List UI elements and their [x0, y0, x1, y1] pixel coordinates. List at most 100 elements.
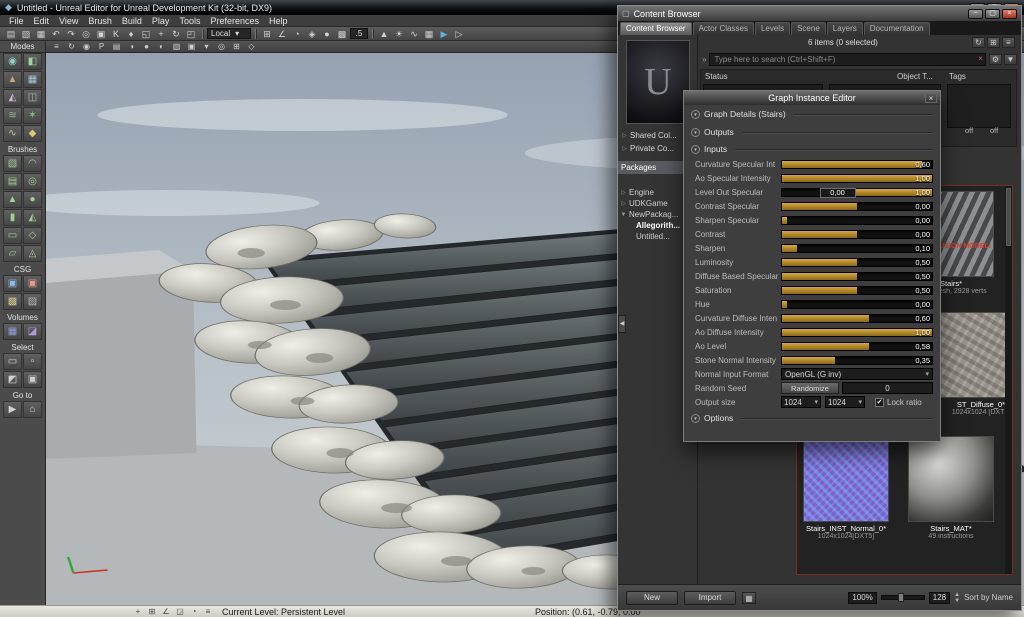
- volumetric-brush-icon[interactable]: ◇: [23, 227, 42, 244]
- build-geometry-icon[interactable]: ▲: [377, 28, 391, 40]
- sort-by-label[interactable]: Sort by Name: [964, 593, 1013, 602]
- scrollbar-thumb[interactable]: [1006, 188, 1011, 246]
- thumbnail-zoom-slider[interactable]: [880, 593, 925, 602]
- open-map-icon[interactable]: ▧: [19, 28, 33, 40]
- history-chevrons-icon[interactable]: »: [702, 55, 706, 64]
- import-button[interactable]: Import: [684, 590, 736, 605]
- graph-param-slider[interactable]: 0,50: [781, 285, 933, 295]
- snap-grid-icon[interactable]: ⊞: [260, 28, 274, 40]
- graph-param-slider[interactable]: 1,00: [781, 327, 933, 337]
- graph-param-slider[interactable]: 0,10: [781, 243, 933, 253]
- cylinder-brush-icon[interactable]: ▮: [3, 209, 22, 226]
- outputs-section[interactable]: ▾ Outputs: [684, 123, 940, 141]
- redo-icon[interactable]: ↷: [64, 28, 78, 40]
- angle-snap-icon[interactable]: ∠: [275, 28, 289, 40]
- show-flags-icon[interactable]: ▾: [200, 41, 213, 52]
- normal-format-dropdown[interactable]: OpenGL (G inv) ▾: [781, 368, 933, 380]
- seed-value-field[interactable]: 0: [842, 382, 933, 394]
- landscape-mode-icon[interactable]: ≋: [3, 107, 22, 124]
- camera-speed-field[interactable]: .5: [350, 28, 368, 39]
- graph-param-slider[interactable]: 0,00: [781, 299, 933, 309]
- toggle-volume-icon[interactable]: ◪: [23, 323, 42, 340]
- dialog-close-button[interactable]: ×: [925, 93, 937, 103]
- sort-direction-icon[interactable]: ▲ ▼: [954, 592, 960, 604]
- brush-polys-icon[interactable]: ▩: [335, 28, 349, 40]
- save-map-icon[interactable]: ▦: [34, 28, 48, 40]
- staircase-brush-icon[interactable]: ▤: [3, 173, 22, 190]
- select-matching-icon[interactable]: ▣: [23, 371, 42, 388]
- graph-param-slider[interactable]: 0,00: [781, 201, 933, 211]
- unlit-icon[interactable]: ◑: [125, 41, 138, 52]
- diffuse-texture-thumbnail[interactable]: [938, 312, 1012, 398]
- tab-levels[interactable]: Levels: [754, 22, 791, 35]
- thumbnail-view-icon[interactable]: ▦: [742, 591, 756, 604]
- cb-minimize-button[interactable]: −: [968, 8, 983, 19]
- foliage-mode-icon[interactable]: ✶: [23, 107, 42, 124]
- viewport-options-icon[interactable]: ≡: [50, 41, 63, 52]
- camera-speed-icon[interactable]: ◔: [290, 28, 304, 40]
- tab-actor-classes[interactable]: Actor Classes: [692, 22, 754, 35]
- options-section[interactable]: ▾ Options: [684, 409, 940, 427]
- new-map-icon[interactable]: ▤: [4, 28, 18, 40]
- asset-tile-normal[interactable]: Stairs_INST_Normal_0* 1024x1024[DXT5]: [802, 436, 890, 540]
- thumbnail-size-value[interactable]: 128: [928, 591, 951, 604]
- autosave-status-icon[interactable]: ◔: [188, 607, 200, 617]
- terrain-brush-icon[interactable]: ▲: [3, 191, 22, 208]
- search-options-icon[interactable]: ⚙: [989, 54, 1002, 65]
- invert-selection-icon[interactable]: ◩: [3, 371, 22, 388]
- play-standalone-icon[interactable]: ▷: [452, 28, 466, 40]
- filter-icon[interactable]: ▼: [1004, 54, 1017, 65]
- tags-filter-list[interactable]: [947, 84, 1011, 128]
- drag-grid-icon[interactable]: ⊞: [146, 607, 158, 617]
- graph-param-slider[interactable]: 0,58: [781, 341, 933, 351]
- menu-file[interactable]: File: [4, 15, 29, 27]
- deselect-all-icon[interactable]: ▫: [23, 353, 42, 370]
- matinee-icon[interactable]: ♦: [124, 28, 138, 40]
- asset-tile-diffuse[interactable]: ST_Diffuse_0* 1024x1024 [DXT1]: [937, 312, 1012, 416]
- coordinate-space-select[interactable]: Local ▾: [207, 28, 251, 39]
- content-browser-icon[interactable]: ▣: [94, 28, 108, 40]
- tab-scene[interactable]: Scene: [791, 22, 826, 35]
- menu-preferences[interactable]: Preferences: [205, 15, 264, 27]
- graph-param-slider[interactable]: 1,00: [781, 173, 933, 183]
- stats-icon[interactable]: ≡: [202, 607, 214, 617]
- wireframe-icon[interactable]: ▤: [110, 41, 123, 52]
- graph-param-slider[interactable]: 0,35: [781, 355, 933, 365]
- new-button[interactable]: New: [626, 590, 678, 605]
- terrain-mode-icon[interactable]: ▲: [3, 71, 22, 88]
- camera-lock-icon[interactable]: ◎: [215, 41, 228, 52]
- realtime-preview-icon[interactable]: ●: [320, 28, 334, 40]
- fullscreen-icon[interactable]: ◱: [139, 28, 153, 40]
- layout-icon[interactable]: ⊞: [987, 37, 1000, 48]
- sheet-brush-icon[interactable]: ▭: [3, 227, 22, 244]
- menu-brush[interactable]: Brush: [83, 15, 117, 27]
- mesh-paint-mode-icon[interactable]: ◭: [3, 89, 22, 106]
- cb-close-button[interactable]: ×: [1002, 8, 1017, 19]
- rotate-tool-icon[interactable]: ↻: [169, 28, 183, 40]
- perspective-icon[interactable]: P: [95, 41, 108, 52]
- content-browser-titlebar[interactable]: ▢ Content Browser − ▢ ×: [618, 6, 1021, 21]
- build-lighting-icon[interactable]: ☀: [392, 28, 406, 40]
- menu-play[interactable]: Play: [147, 15, 175, 27]
- shader-complexity-icon[interactable]: ▧: [170, 41, 183, 52]
- vertex-snap-icon[interactable]: ◈: [305, 28, 319, 40]
- tab-documentation[interactable]: Documentation: [863, 22, 930, 35]
- camera-icon[interactable]: ◉: [80, 41, 93, 52]
- csg-add-icon[interactable]: ▣: [3, 275, 22, 292]
- menu-help[interactable]: Help: [264, 15, 293, 27]
- geometry-mode-icon[interactable]: ◧: [23, 53, 42, 70]
- texture-align-mode-icon[interactable]: ▦: [23, 71, 42, 88]
- filter-toggle[interactable]: off: [990, 126, 998, 135]
- menu-tools[interactable]: Tools: [174, 15, 205, 27]
- menu-view[interactable]: View: [54, 15, 83, 27]
- assets-scrollbar[interactable]: [1005, 186, 1012, 574]
- translate-status-icon[interactable]: +: [132, 607, 144, 617]
- camera-mode-icon[interactable]: ◉: [3, 53, 22, 70]
- menu-build[interactable]: Build: [117, 15, 147, 27]
- csg-intersect-icon[interactable]: ▩: [3, 293, 22, 310]
- csg-subtract-icon[interactable]: ▣: [23, 275, 42, 292]
- graph-details-section[interactable]: ▾ Graph Details (Stairs): [684, 105, 940, 123]
- cone-brush-icon[interactable]: ◭: [23, 209, 42, 226]
- play-in-editor-icon[interactable]: ▶: [437, 28, 451, 40]
- add-volume-icon[interactable]: ▦: [3, 323, 22, 340]
